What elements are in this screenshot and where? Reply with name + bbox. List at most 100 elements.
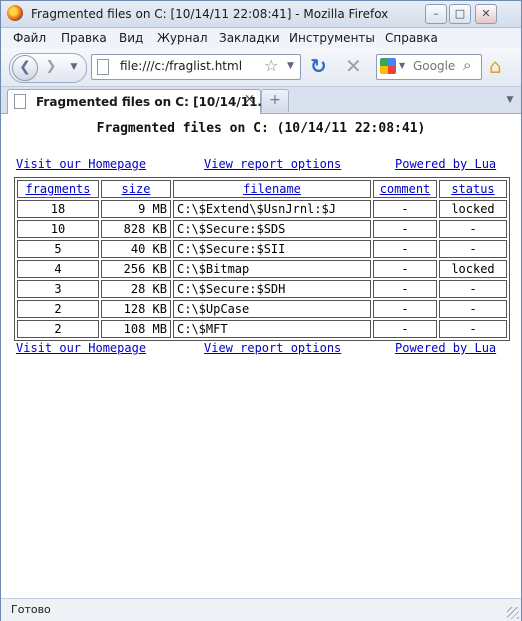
- menu-edit[interactable]: Правка: [61, 31, 107, 45]
- page-icon: [97, 59, 109, 75]
- cell-fragments: 2: [17, 320, 99, 338]
- cell-fragments: 2: [17, 300, 99, 318]
- page-content: Fragmented files on C: (10/14/11 22:08:4…: [7, 115, 515, 596]
- bookmark-star-icon[interactable]: ☆: [264, 56, 278, 75]
- back-button[interactable]: ❮: [12, 55, 38, 81]
- cell-comment: -: [373, 300, 437, 318]
- forward-button[interactable]: ❯: [42, 58, 60, 76]
- tab-close-icon[interactable]: ×: [244, 92, 255, 107]
- sort-size-link[interactable]: size: [122, 182, 151, 196]
- resize-grip-icon[interactable]: [507, 607, 519, 619]
- cell-fragments: 3: [17, 280, 99, 298]
- reload-icon[interactable]: ↻: [310, 54, 327, 78]
- powered-by-lua-link[interactable]: Powered by Lua: [395, 157, 496, 171]
- status-bar: Готово: [1, 598, 521, 621]
- cell-size: 9 MB: [101, 200, 171, 218]
- menu-bar: Файл Правка Вид Журнал Закладки Инструме…: [1, 28, 521, 48]
- fragmented-files-table: fragments size filename comment status 1…: [14, 177, 510, 341]
- table-row: 2 128 KB C:\$UpCase - -: [17, 300, 507, 318]
- cell-comment: -: [373, 320, 437, 338]
- sort-filename-link[interactable]: filename: [243, 182, 301, 196]
- table-row: 18 9 MB C:\$Extend\$UsnJrnl:$J - locked: [17, 200, 507, 218]
- stop-icon[interactable]: ✕: [345, 54, 362, 78]
- powered-by-lua-link[interactable]: Powered by Lua: [395, 341, 496, 355]
- tab-fragmented-files[interactable]: Fragmented files on C: [10/14/11... ×: [7, 89, 271, 114]
- cell-status: -: [439, 280, 507, 298]
- cell-status: locked: [439, 200, 507, 218]
- address-bar[interactable]: ☆ ▼: [91, 54, 301, 80]
- maximize-button[interactable]: □: [449, 4, 471, 24]
- new-tab-button[interactable]: +: [261, 89, 289, 112]
- cell-filename: C:\$Extend\$UsnJrnl:$J: [173, 200, 371, 218]
- cell-comment: -: [373, 280, 437, 298]
- cell-filename: C:\$Secure:$SDS: [173, 220, 371, 238]
- table-header-row: fragments size filename comment status: [17, 180, 507, 198]
- firefox-logo-icon: [7, 5, 23, 21]
- menu-file[interactable]: Файл: [13, 31, 46, 45]
- cell-comment: -: [373, 260, 437, 278]
- cell-fragments: 4: [17, 260, 99, 278]
- menu-help[interactable]: Справка: [385, 31, 438, 45]
- home-icon[interactable]: ⌂: [489, 54, 502, 78]
- table-row: 10 828 KB C:\$Secure:$SDS - -: [17, 220, 507, 238]
- cell-status: -: [439, 240, 507, 258]
- engine-dropdown-icon[interactable]: ▼: [399, 61, 405, 70]
- cell-size: 256 KB: [101, 260, 171, 278]
- cell-size: 28 KB: [101, 280, 171, 298]
- cell-fragments: 18: [17, 200, 99, 218]
- table-row: 4 256 KB C:\$Bitmap - locked: [17, 260, 507, 278]
- cell-filename: C:\$UpCase: [173, 300, 371, 318]
- cell-filename: C:\$Bitmap: [173, 260, 371, 278]
- sort-comment-link[interactable]: comment: [380, 182, 431, 196]
- cell-comment: -: [373, 220, 437, 238]
- tab-strip: Fragmented files on C: [10/14/11... × + …: [1, 87, 521, 114]
- bottom-link-row: Visit our Homepage View report options P…: [16, 341, 507, 357]
- header-size[interactable]: size: [101, 180, 171, 198]
- cell-status: -: [439, 300, 507, 318]
- table-row: 5 40 KB C:\$Secure:$SII - -: [17, 240, 507, 258]
- sort-status-link[interactable]: status: [451, 182, 494, 196]
- tab-list-dropdown-icon[interactable]: ▼: [501, 90, 519, 110]
- tab-title: Fragmented files on C: [10/14/11...: [36, 95, 272, 109]
- url-input[interactable]: [120, 58, 250, 74]
- window-title: Fragmented files on C: [10/14/11 22:08:4…: [31, 7, 389, 21]
- menu-view[interactable]: Вид: [119, 31, 143, 45]
- header-fragments[interactable]: fragments: [17, 180, 99, 198]
- header-comment[interactable]: comment: [373, 180, 437, 198]
- page-title: Fragmented files on C: (10/14/11 22:08:4…: [96, 121, 426, 136]
- report-options-link[interactable]: View report options: [204, 157, 341, 171]
- minimize-button[interactable]: –: [425, 4, 447, 24]
- homepage-link[interactable]: Visit our Homepage: [16, 157, 146, 171]
- sort-fragments-link[interactable]: fragments: [25, 182, 90, 196]
- back-forward-group: ❮ ❯ ▼: [9, 53, 87, 83]
- report-options-link[interactable]: View report options: [204, 341, 341, 355]
- title-bar[interactable]: Fragmented files on C: [10/14/11 22:08:4…: [1, 1, 521, 28]
- cell-fragments: 10: [17, 220, 99, 238]
- navigation-toolbar: ❮ ❯ ▼ ☆ ▼ ↻ ✕ ▼ ⌕ ⌂: [1, 48, 521, 87]
- cell-comment: -: [373, 240, 437, 258]
- table-row: 2 108 MB C:\$MFT - -: [17, 320, 507, 338]
- menu-bookmarks[interactable]: Закладки: [219, 31, 280, 45]
- cell-size: 108 MB: [101, 320, 171, 338]
- cell-status: -: [439, 220, 507, 238]
- homepage-link[interactable]: Visit our Homepage: [16, 341, 146, 355]
- cell-size: 828 KB: [101, 220, 171, 238]
- browser-window: Fragmented files on C: [10/14/11 22:08:4…: [0, 0, 522, 621]
- header-status[interactable]: status: [439, 180, 507, 198]
- cell-comment: -: [373, 200, 437, 218]
- header-filename[interactable]: filename: [173, 180, 371, 198]
- magnifier-icon[interactable]: ⌕: [463, 56, 471, 74]
- url-dropdown-icon[interactable]: ▼: [287, 61, 294, 71]
- page-icon: [14, 94, 26, 109]
- status-text: Готово: [11, 603, 51, 616]
- google-engine-icon[interactable]: [380, 58, 396, 74]
- cell-filename: C:\$Secure:$SDH: [173, 280, 371, 298]
- history-dropdown-icon[interactable]: ▼: [68, 61, 80, 73]
- menu-tools[interactable]: Инструменты: [289, 31, 375, 45]
- cell-filename: C:\$MFT: [173, 320, 371, 338]
- menu-history[interactable]: Журнал: [157, 31, 208, 45]
- close-button[interactable]: ✕: [475, 4, 497, 24]
- search-input[interactable]: [413, 58, 461, 74]
- search-bar[interactable]: ▼ ⌕: [376, 54, 482, 80]
- cell-status: -: [439, 320, 507, 338]
